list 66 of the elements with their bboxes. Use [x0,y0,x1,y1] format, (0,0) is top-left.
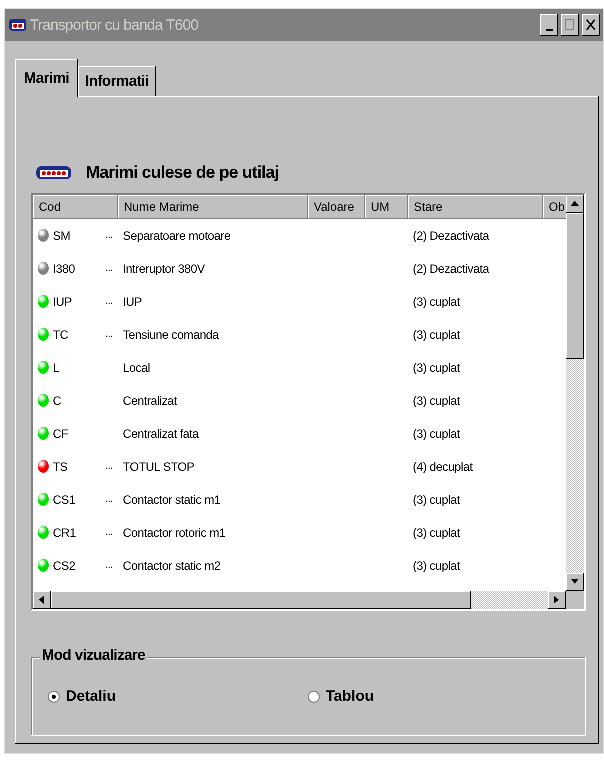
arrow-left-icon [37,595,47,605]
column-header[interactable]: Cod [33,195,118,219]
column-header[interactable]: Valoare [308,195,365,219]
table-cell: L [53,360,60,374]
table-cell: (3) cuplat [413,360,460,374]
table-cell: Tensiune comanda [123,328,219,342]
table-cell: Contactor rotoric m1 [123,526,226,540]
table-cell: (2) Dezactivata [413,228,490,242]
more-marker: ... [106,263,113,274]
close-button[interactable] [582,14,600,36]
minimize-button[interactable] [540,14,558,36]
column-header[interactable]: Stare [408,195,543,219]
table-cell: Centralizat [123,394,178,408]
column-header[interactable]: UM [365,195,408,219]
table-cell: CR1 [53,526,76,540]
device-icon [36,166,72,180]
table-cell: SM [53,228,70,242]
arrow-up-icon [570,199,580,209]
table-cell: IUP [123,294,142,308]
more-marker: ... [106,296,113,307]
table-cell: Separatoare motoare [123,228,231,242]
column-header[interactable]: Ob [543,195,566,219]
scrollbar-corner [566,591,584,609]
maximize-icon [565,19,575,31]
table-cell: Local [123,360,150,374]
table-cell: (3) cuplat [413,294,460,308]
table-cell: (2) Dezactivata [413,262,490,276]
window-title: Transportor cu banda T600 [30,16,200,34]
table-cell: Contactor static m2 [123,558,221,572]
table-cell: TS [53,460,68,474]
table-cell: (3) cuplat [413,526,460,540]
tab[interactable]: Informatii [78,66,156,96]
table-cell: (3) cuplat [413,492,460,506]
more-marker: ... [106,494,113,505]
minimize-icon [546,29,552,31]
table-cell: TOTUL STOP [123,460,194,474]
vertical-scrollbar[interactable] [566,195,584,591]
table-cell: (3) cuplat [413,558,460,572]
table-cell: (3) cuplat [413,394,460,408]
radio-option[interactable]: Tablou [308,688,568,705]
table-cell: IUP [53,294,72,308]
table-cell: CS1 [53,492,76,506]
section-title: Marimi culese de pe utilaj [86,163,279,183]
table-cell: TC [53,328,68,342]
maximize-button[interactable] [561,14,579,36]
table-cell: (3) cuplat [413,328,460,342]
more-marker: ... [106,329,113,340]
table-cell: Contactor static m1 [123,492,221,506]
app-icon [9,18,27,32]
table-cell: I380 [53,262,76,276]
more-marker: ... [106,527,113,538]
radio-option[interactable]: Detaliu [48,688,308,705]
more-marker: ... [106,230,113,241]
table-cell: (3) cuplat [413,426,460,440]
table-cell: Centralizat fata [123,426,199,440]
close-icon [586,19,596,31]
more-marker: ... [106,461,113,472]
table-cell: CF [53,426,68,440]
horizontal-scrollbar[interactable] [33,591,566,609]
table-cell: C [53,394,62,408]
table-cell: CS2 [53,558,76,572]
tab[interactable]: Marimi [15,59,78,97]
table-cell: Intreruptor 380V [123,262,205,276]
column-header[interactable]: Nume Marime [118,195,308,219]
more-marker: ... [106,560,113,571]
table-cell: (4) decuplat [413,460,473,474]
